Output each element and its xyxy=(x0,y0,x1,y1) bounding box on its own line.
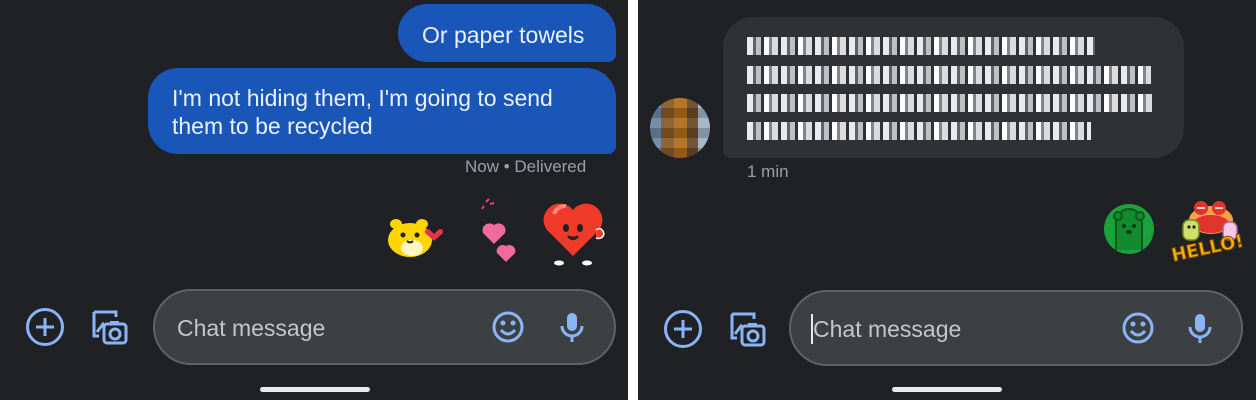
conversation-pane-right: 1 min HELLO! Chat message xyxy=(638,0,1256,400)
avatar[interactable] xyxy=(650,98,710,158)
home-indicator[interactable] xyxy=(892,387,1002,392)
gallery-icon[interactable] xyxy=(88,306,130,348)
redacted-text-line xyxy=(747,122,1091,140)
message-timestamp: 1 min xyxy=(747,162,789,181)
conversation-pane-left: Or paper towels I'm not hiding them, I'm… xyxy=(0,0,628,400)
message-text-line: them to be recycled xyxy=(172,113,373,139)
redacted-text-line xyxy=(747,94,1153,112)
green-bear-sticker[interactable] xyxy=(1102,202,1156,256)
message-status: Now • Delivered xyxy=(465,157,587,176)
redacted-text-line xyxy=(747,66,1151,84)
message-bubble-outgoing[interactable]: Or paper towels xyxy=(398,4,616,62)
chat-message-input[interactable]: Chat message xyxy=(153,289,616,365)
red-heart-waving-sticker[interactable] xyxy=(540,196,610,268)
gallery-icon[interactable] xyxy=(726,308,768,350)
message-bubble-outgoing[interactable]: I'm not hiding them, I'm going to send t… xyxy=(148,68,616,154)
pink-hearts-sticker[interactable] xyxy=(476,196,524,264)
home-indicator[interactable] xyxy=(260,387,370,392)
hello-sticker[interactable]: HELLO! xyxy=(1169,200,1246,267)
message-bubble-incoming[interactable] xyxy=(723,17,1184,158)
plus-icon[interactable] xyxy=(664,310,702,348)
mic-icon[interactable] xyxy=(555,310,589,344)
message-text: Or paper towels xyxy=(422,22,585,48)
mic-icon[interactable] xyxy=(1183,311,1217,345)
emoji-icon[interactable] xyxy=(1121,311,1155,345)
chat-message-input[interactable]: Chat message xyxy=(789,290,1243,366)
message-text-line: I'm not hiding them, I'm going to send xyxy=(172,85,553,111)
chat-message-placeholder: Chat message xyxy=(813,316,962,342)
yellow-hamster-sticker[interactable] xyxy=(382,212,446,260)
plus-icon[interactable] xyxy=(26,308,64,346)
redacted-text-line xyxy=(747,37,1095,55)
chat-message-placeholder: Chat message xyxy=(177,315,326,341)
emoji-icon[interactable] xyxy=(491,310,525,344)
